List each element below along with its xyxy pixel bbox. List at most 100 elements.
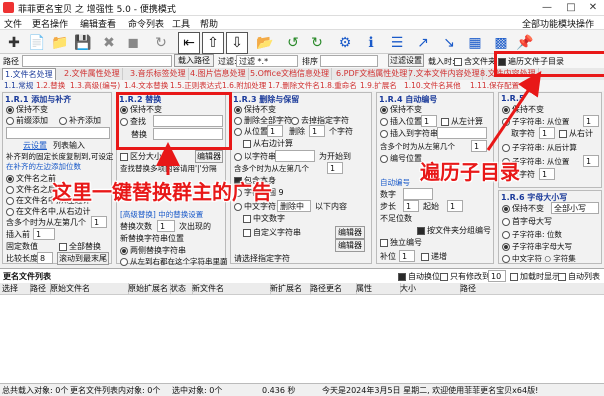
add-scroll-button[interactable]: 滚动到最末尾	[57, 252, 109, 265]
number-insert-char[interactable]: 插入到字符串	[380, 128, 438, 139]
ext-sub3-input[interactable]: 1	[583, 155, 599, 167]
menu-rename[interactable]: 更名操作	[32, 17, 68, 30]
col-path2[interactable]: 路径	[458, 283, 604, 294]
path-input[interactable]	[22, 55, 172, 67]
subtab-general[interactable]: 1.1.常规	[4, 80, 33, 91]
list-auto-match[interactable]: 自动换位	[398, 271, 440, 282]
tab-music-tags[interactable]: 3.音乐标签处理	[128, 68, 189, 80]
number-not-change[interactable]: 保持不变	[380, 104, 422, 115]
col-select[interactable]: 选择	[0, 283, 31, 294]
number-from-left[interactable]: 从左计算	[441, 116, 483, 127]
move-up-icon[interactable]: ⇧	[202, 32, 224, 54]
import-path-button[interactable]: 载入路径	[174, 54, 214, 67]
number-num-before[interactable]: 编号位置	[380, 153, 422, 164]
add-file-icon[interactable]: 📄	[26, 32, 48, 54]
add-content-input[interactable]	[6, 127, 110, 139]
add-opt1[interactable]: 文件名之前	[6, 173, 56, 184]
delete-start-input[interactable]	[275, 150, 315, 162]
number-group-label[interactable]: 按文件夹分组编号	[417, 225, 491, 236]
tab-pdf-info[interactable]: 6.PDF文档属性处理	[334, 68, 411, 80]
menu-commands[interactable]: 命令列表	[128, 17, 164, 30]
number-insert-pos-label[interactable]: 插入位置	[380, 116, 422, 127]
remove-icon[interactable]: ✖	[98, 32, 120, 54]
view-icon[interactable]: ▦	[464, 32, 486, 54]
ext-lower[interactable]: 子字符串: 从后计算	[502, 142, 577, 153]
tab-office-info[interactable]: 5.Office文档信息处理	[248, 68, 332, 80]
ext-not-change[interactable]: 保持不变	[502, 104, 544, 115]
filter-settings-button[interactable]: 过滤设置	[388, 54, 424, 67]
close-icon[interactable]: ✕	[580, 1, 604, 15]
case-opt2[interactable]: 子字符串字母大写	[502, 241, 572, 252]
ext-sub1-input[interactable]: 1	[583, 115, 599, 127]
open-folder-icon[interactable]: 📂	[254, 32, 276, 54]
delete-range-input[interactable]: 删除中	[277, 200, 311, 212]
ext-sub1[interactable]: 子字符串: 从位置	[502, 116, 569, 127]
list-icon[interactable]: ☰	[386, 32, 408, 54]
add-insert-input[interactable]: 1	[33, 228, 55, 240]
delete-all-option[interactable]: 删除全部字符	[234, 115, 292, 126]
number-add-label[interactable]: 递增	[421, 251, 447, 262]
list-preview-label[interactable]: 加载时显示	[510, 271, 560, 282]
add-folder-icon[interactable]: 📁	[49, 32, 71, 54]
delete-keep-start[interactable]: 以字符串	[234, 151, 276, 162]
clear-icon[interactable]: ◼	[122, 32, 144, 54]
export-icon[interactable]: ↗	[412, 32, 434, 54]
move-top-icon[interactable]: ⇤	[178, 32, 200, 54]
add-prefix[interactable]: 前缀添加	[6, 115, 48, 126]
add-cloud-link[interactable]: 云设置	[23, 140, 47, 151]
add-fixed2[interactable]: 全部替换	[59, 241, 101, 252]
col-attr[interactable]: 属性	[354, 283, 401, 294]
delete-not-change[interactable]: 保持不变	[234, 104, 276, 115]
subtab-extra[interactable]: 1.6.附加处理	[222, 80, 266, 91]
subtab-regex[interactable]: 1.5.正则表达式	[170, 80, 222, 91]
subtab-advanced[interactable]: 1.3.高级(编号)	[70, 80, 120, 91]
delete-from-pos-input[interactable]: 1	[267, 125, 283, 137]
delete-regex-button[interactable]: 编辑器	[335, 239, 365, 252]
add-opt2[interactable]: 文件名之后	[6, 184, 56, 195]
number-digit-input[interactable]	[403, 188, 433, 200]
menu-tools[interactable]: 工具	[172, 17, 190, 30]
col-new-name[interactable]: 新文件名	[190, 283, 271, 294]
menu-edit[interactable]: 编辑查看	[80, 17, 116, 30]
ext-from-right[interactable]: 从右计	[559, 128, 593, 139]
tab-image-info[interactable]: 4.图片信息处理	[188, 68, 249, 80]
col-size[interactable]: 大小	[398, 283, 461, 294]
delete-delete-input[interactable]: 1	[309, 125, 325, 137]
info-icon[interactable]: ℹ	[360, 32, 382, 54]
col-new-ext[interactable]: 新扩展名	[268, 283, 311, 294]
sort-select[interactable]	[320, 55, 378, 67]
tab-attributes[interactable]: 2.文件属性处理	[62, 68, 123, 80]
import-icon[interactable]: ↘	[438, 32, 460, 54]
case-help[interactable]: 中文字符 ○ 字符集	[502, 253, 576, 264]
subdir-option[interactable]: 含文件夹	[454, 56, 496, 67]
ext-char-input[interactable]: 1	[539, 127, 555, 139]
case-not-change[interactable]: 保持不变	[502, 203, 544, 214]
add-not-change[interactable]: 保持不变	[6, 104, 48, 115]
delete-opt-chinese[interactable]: 中文数字	[243, 213, 285, 224]
settings-icon[interactable]: ⚙	[334, 32, 356, 54]
list-show-only-changed[interactable]: 只有修改到	[440, 271, 490, 282]
subtab-text-replace[interactable]: 1.4.文本替换	[124, 80, 168, 91]
tab-text-content[interactable]: 7.文本文件内容处理	[406, 68, 483, 80]
case-first-upper[interactable]: 首字母大写	[502, 216, 552, 227]
add-compare-input[interactable]: 8	[37, 252, 53, 264]
add-suffix[interactable]: 补齐添加	[59, 115, 101, 126]
subtab-replace[interactable]: 1.2.替换	[36, 80, 65, 91]
filter-input[interactable]: 过滤 *.*	[236, 55, 298, 67]
list-preview-count[interactable]: 10	[488, 270, 506, 282]
menu-help[interactable]: 帮助	[200, 17, 218, 30]
recursive-option-highlighted[interactable]: 遍历文件子目录	[498, 56, 564, 67]
col-orig-name[interactable]: 原始文件名	[48, 283, 129, 294]
col-path-rename[interactable]: 路径更名	[308, 283, 357, 294]
subtab-extension[interactable]: 1.9.扩展名	[360, 80, 397, 91]
menu-file[interactable]: 文件	[4, 17, 22, 30]
subtab-delete-name[interactable]: 1.7.删除文件名	[268, 80, 320, 91]
replace-cursor-opt2[interactable]: 从左到右都在这个字符串里面	[120, 256, 228, 267]
subtab-other[interactable]: 1.10.文件名其他	[404, 80, 461, 91]
number-step-input[interactable]: 1	[403, 200, 419, 212]
number-contains-input[interactable]: 1	[471, 140, 487, 152]
delete-editor-button[interactable]: 编辑器	[335, 226, 365, 239]
case-mode-select[interactable]: 全部小写	[551, 202, 599, 214]
number-insert-pos-input[interactable]: 1	[421, 115, 437, 127]
ext-sub3-char-input[interactable]: 1	[539, 168, 555, 180]
